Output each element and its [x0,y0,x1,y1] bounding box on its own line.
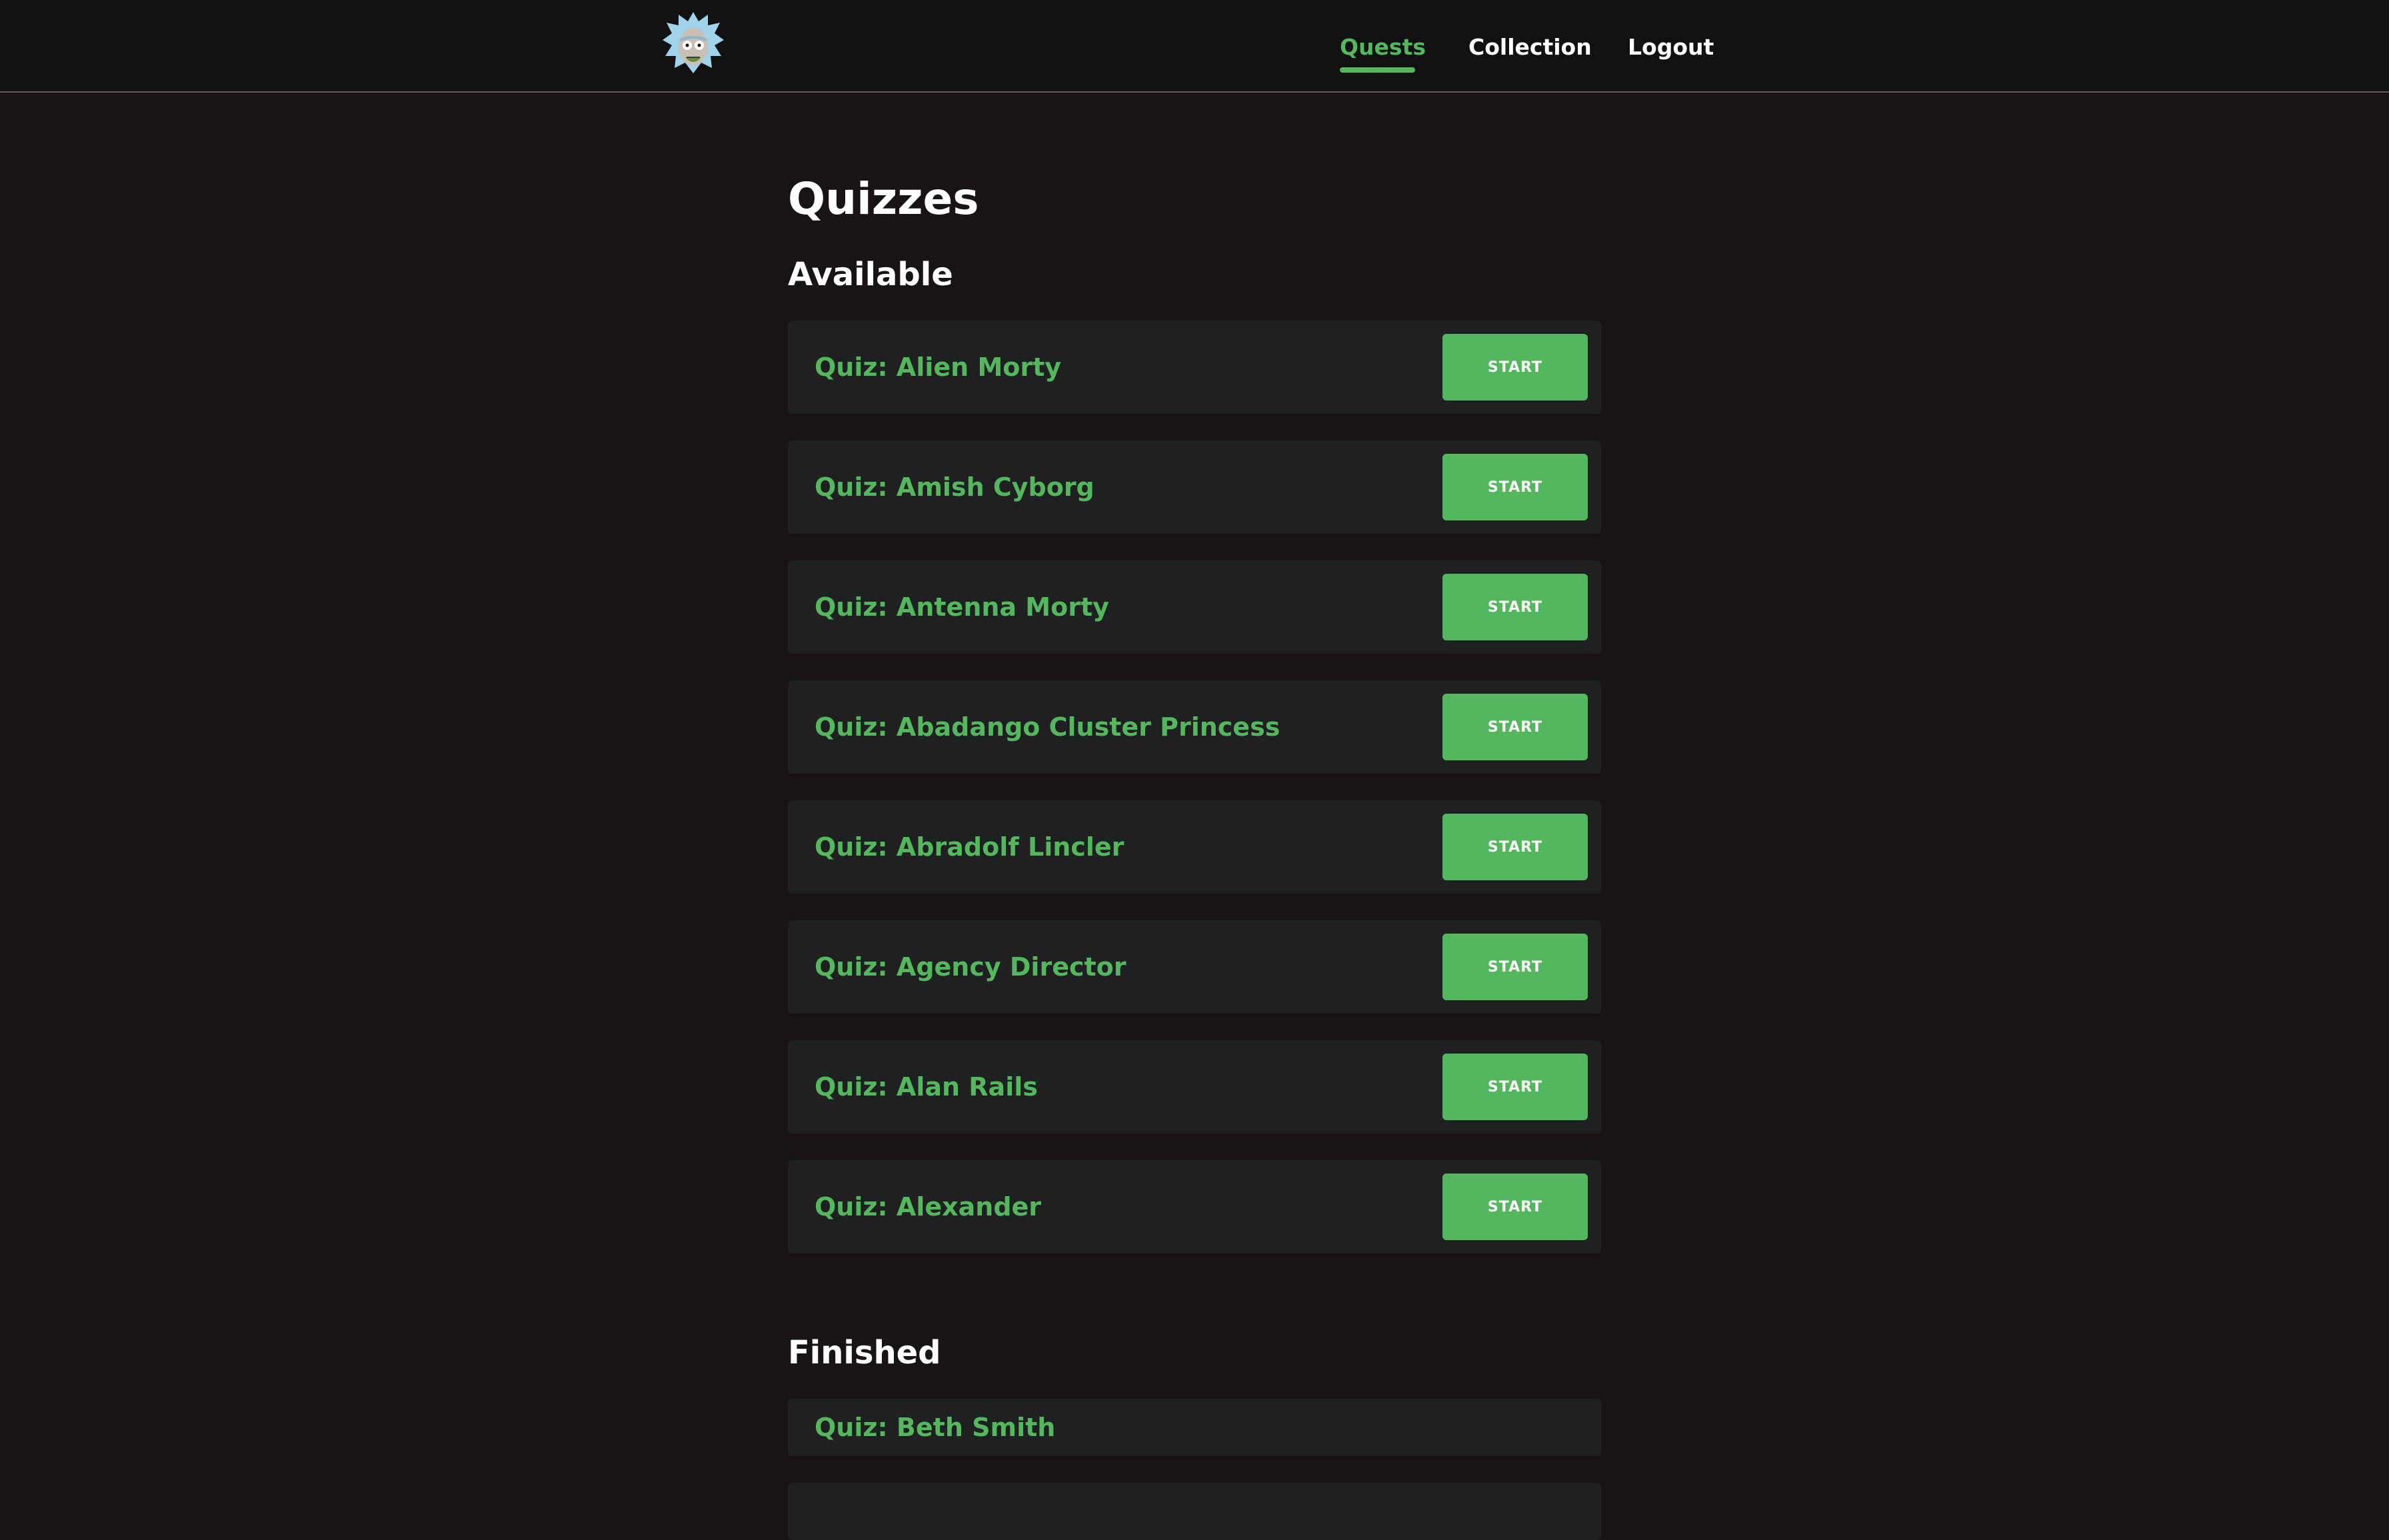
nav-quests-label: Quests [1340,34,1426,60]
quiz-name: Quiz: Alexander [815,1192,1042,1221]
start-quiz-button[interactable]: START [1442,334,1588,400]
quiz-card: Quiz: Abradolf Lincler START [788,800,1601,894]
quiz-name: Quiz: Abadango Cluster Princess [815,712,1280,742]
nav-collection[interactable]: Collection [1468,32,1592,63]
quiz-card: Quiz: Abadango Cluster Princess START [788,680,1601,774]
quiz-name: Quiz: Abradolf Lincler [815,832,1125,862]
quiz-card: Quiz: Alien Morty START [788,321,1601,414]
available-section-title: Available [788,256,953,293]
quiz-name: Quiz: Alien Morty [815,353,1062,382]
finished-section-title: Finished [788,1334,941,1371]
quiz-card: Quiz: Alexander START [788,1160,1601,1253]
quiz-name: Quiz: Alan Rails [815,1072,1038,1102]
active-nav-indicator [1340,67,1415,73]
quiz-name: Quiz: Antenna Morty [815,592,1109,622]
start-quiz-button[interactable]: START [1442,454,1588,520]
main-nav: Quests Collection Logout [0,0,2389,93]
start-quiz-button[interactable]: START [1442,1054,1588,1120]
start-quiz-button[interactable]: START [1442,574,1588,640]
finished-quiz-card: Quiz: Beth Smith [788,1399,1601,1456]
top-navbar: Quests Collection Logout [0,0,2389,93]
quiz-card: Quiz: Amish Cyborg START [788,440,1601,534]
quiz-card: Quiz: Alan Rails START [788,1040,1601,1134]
quiz-name: Quiz: Amish Cyborg [815,472,1095,502]
quiz-card: Quiz: Agency Director START [788,920,1601,1014]
start-quiz-button[interactable]: START [1442,934,1588,1000]
finished-quiz-card [788,1483,1601,1540]
start-quiz-button[interactable]: START [1442,814,1588,880]
quiz-card: Quiz: Antenna Morty START [788,560,1601,654]
page-title: Quizzes [788,173,979,225]
nav-quests[interactable]: Quests [1340,32,1426,73]
quiz-name: Quiz: Beth Smith [815,1413,1056,1442]
quiz-name: Quiz: Agency Director [815,952,1127,982]
nav-collection-label: Collection [1468,34,1592,60]
start-quiz-button[interactable]: START [1442,1173,1588,1240]
start-quiz-button[interactable]: START [1442,694,1588,760]
nav-logout-label: Logout [1628,34,1714,60]
nav-logout[interactable]: Logout [1628,32,1714,63]
